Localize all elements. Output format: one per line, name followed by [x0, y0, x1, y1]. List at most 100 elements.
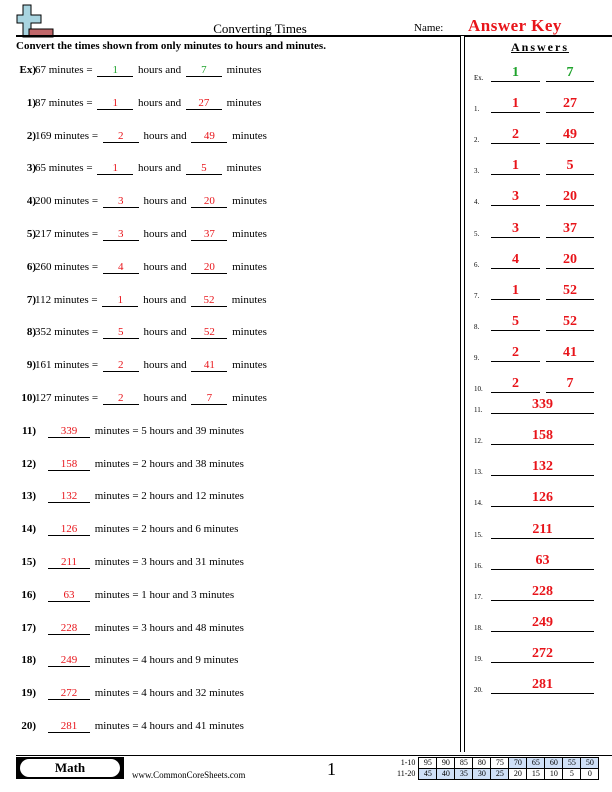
question-number: 4)	[26, 195, 36, 208]
hours-answer-blank[interactable]: 3	[102, 195, 139, 209]
question-number: 13)	[21, 490, 36, 503]
hours-and-label: hours and	[143, 359, 187, 372]
hours-answer-blank[interactable]: 1	[97, 97, 134, 110]
answer-key-value: 249	[491, 615, 594, 632]
answer-key-row: 15. 211	[474, 519, 612, 539]
question-text: minutes = 1 hour and 3 minutes	[94, 588, 235, 601]
question-body: 132 minutes = 2 hours and 12 minutes	[46, 490, 244, 504]
minutes-answer-blank[interactable]: 5	[185, 162, 222, 176]
question-body: 281 minutes = 4 hours and 41 minutes	[46, 720, 244, 733]
hours-answer-blank[interactable]: 1	[97, 64, 134, 77]
answer-key-minutes: 7	[546, 376, 594, 393]
answer-key-minutes: 52	[546, 314, 594, 331]
question-number: 10)	[21, 392, 36, 404]
score-row-label: 1-10	[400, 758, 416, 767]
answer-key-label: 15.	[474, 530, 483, 539]
minutes-answer-blank[interactable]: 37	[191, 228, 228, 241]
answer-key-hours: 3	[491, 221, 540, 238]
minutes-label: minutes	[232, 129, 267, 142]
minutes-label: minutes	[226, 96, 262, 109]
answer-key-value: 158	[491, 428, 594, 446]
answer-key-row: 6. 4 20	[474, 249, 612, 269]
minutes-label: minutes	[226, 162, 262, 175]
footer-rule	[16, 755, 612, 756]
answer-key-minutes: 5	[546, 158, 594, 176]
answer-key-value: 211	[491, 522, 594, 539]
question-text: minutes = 2 hours and 6 minutes	[94, 523, 239, 536]
question-number: 7)	[26, 293, 36, 306]
minutes-answer-blank[interactable]: 281	[48, 720, 90, 733]
hours-answer-blank[interactable]: 1	[97, 162, 134, 176]
minutes-answer-blank[interactable]: 63	[48, 589, 90, 602]
site-url: www.CommonCoreSheets.com	[132, 770, 246, 780]
answer-key-row: 13. 132	[474, 456, 612, 477]
answer-key-hours: 4	[491, 252, 540, 269]
minutes-answer-blank[interactable]: 228	[48, 622, 90, 635]
minutes-answer-blank[interactable]: 52	[191, 326, 228, 340]
question-minutes: 352 minutes =	[35, 326, 99, 339]
question-text: minutes = 4 hours and 41 minutes	[94, 720, 244, 732]
score-cell: 95	[418, 757, 438, 769]
question-minutes: 217 minutes =	[35, 228, 99, 240]
minutes-answer-blank[interactable]: 211	[48, 556, 90, 569]
answer-key-row: 18. 249	[474, 612, 612, 632]
hours-answer-blank[interactable]: 5	[102, 326, 139, 340]
answer-key-label: 11.	[474, 406, 483, 415]
header-rule	[16, 35, 612, 37]
hours-answer-blank[interactable]: 2	[102, 130, 139, 143]
hours-answer-blank[interactable]: 3	[102, 228, 139, 241]
answer-key-label: 6.	[474, 260, 480, 269]
answers-title: Answers	[511, 40, 569, 54]
question-body: 352 minutes = 5 hours and 52 minutes	[35, 326, 267, 340]
question-body: 200 minutes = 3 hours and 20 minutes	[35, 195, 267, 209]
minutes-answer-blank[interactable]: 7	[185, 64, 222, 77]
hours-answer-blank[interactable]: 4	[102, 261, 139, 274]
minutes-answer-blank[interactable]: 49	[191, 130, 228, 143]
minutes-answer-blank[interactable]: 249	[48, 654, 90, 668]
score-cell: 30	[472, 768, 492, 780]
score-cell: 25	[490, 768, 510, 780]
minutes-answer-blank[interactable]: 41	[191, 359, 228, 373]
minutes-answer-blank[interactable]: 27	[185, 97, 222, 110]
minutes-answer-blank[interactable]: 20	[191, 195, 228, 209]
minutes-answer-blank[interactable]: 339	[48, 425, 90, 438]
question-text: minutes = 4 hours and 9 minutes	[94, 654, 239, 667]
minutes-label: minutes	[232, 195, 267, 208]
answer-key-label: 19.	[474, 654, 483, 663]
column-divider	[460, 36, 465, 752]
minutes-answer-blank[interactable]: 272	[48, 687, 90, 701]
answer-key-row: Ex. 1 7	[474, 62, 612, 82]
hours-answer-blank[interactable]: 1	[102, 294, 139, 307]
hours-answer-blank[interactable]: 2	[102, 359, 139, 373]
answer-key-hours: 1	[491, 96, 540, 114]
minutes-answer-blank[interactable]: 52	[190, 294, 227, 307]
hours-and-label: hours and	[143, 392, 187, 404]
answer-key-label: 9.	[474, 353, 480, 362]
answer-key-hours: 1	[491, 65, 540, 82]
minutes-answer-blank[interactable]: 126	[48, 523, 90, 537]
minutes-answer-blank[interactable]: 158	[48, 458, 90, 471]
hours-and-label: hours and	[138, 96, 182, 109]
question-body: 260 minutes = 4 hours and 20 minutes	[35, 261, 267, 274]
answer-key-label: 4.	[474, 198, 480, 207]
answer-key-label: 20.	[474, 686, 483, 694]
hours-answer-blank[interactable]: 2	[102, 392, 139, 405]
minutes-answer-blank[interactable]: 7	[191, 392, 228, 405]
question-body: 65 minutes = 1 hours and 5 minutes	[35, 162, 262, 176]
minutes-label: minutes	[232, 228, 267, 240]
instructions: Convert the times shown from only minute…	[16, 40, 326, 52]
minutes-answer-blank[interactable]: 20	[191, 261, 228, 274]
minutes-answer-blank[interactable]: 132	[48, 490, 90, 504]
question-body: 112 minutes = 1 hours and 52 minutes	[35, 294, 267, 307]
subject-label: Math	[20, 759, 120, 777]
score-cell: 15	[526, 768, 546, 780]
answer-key-row: 10. 2 7	[474, 373, 612, 393]
score-cell: 70	[508, 757, 528, 769]
answer-key-label: 17.	[474, 592, 483, 601]
question-number: 5)	[26, 228, 36, 240]
score-cell: 85	[454, 757, 474, 769]
question-body: 169 minutes = 2 hours and 49 minutes	[35, 130, 267, 143]
question-minutes: 112 minutes =	[35, 293, 98, 306]
question-body: 87 minutes = 1 hours and 27 minutes	[35, 97, 261, 110]
question-body: 158 minutes = 2 hours and 38 minutes	[46, 458, 244, 471]
